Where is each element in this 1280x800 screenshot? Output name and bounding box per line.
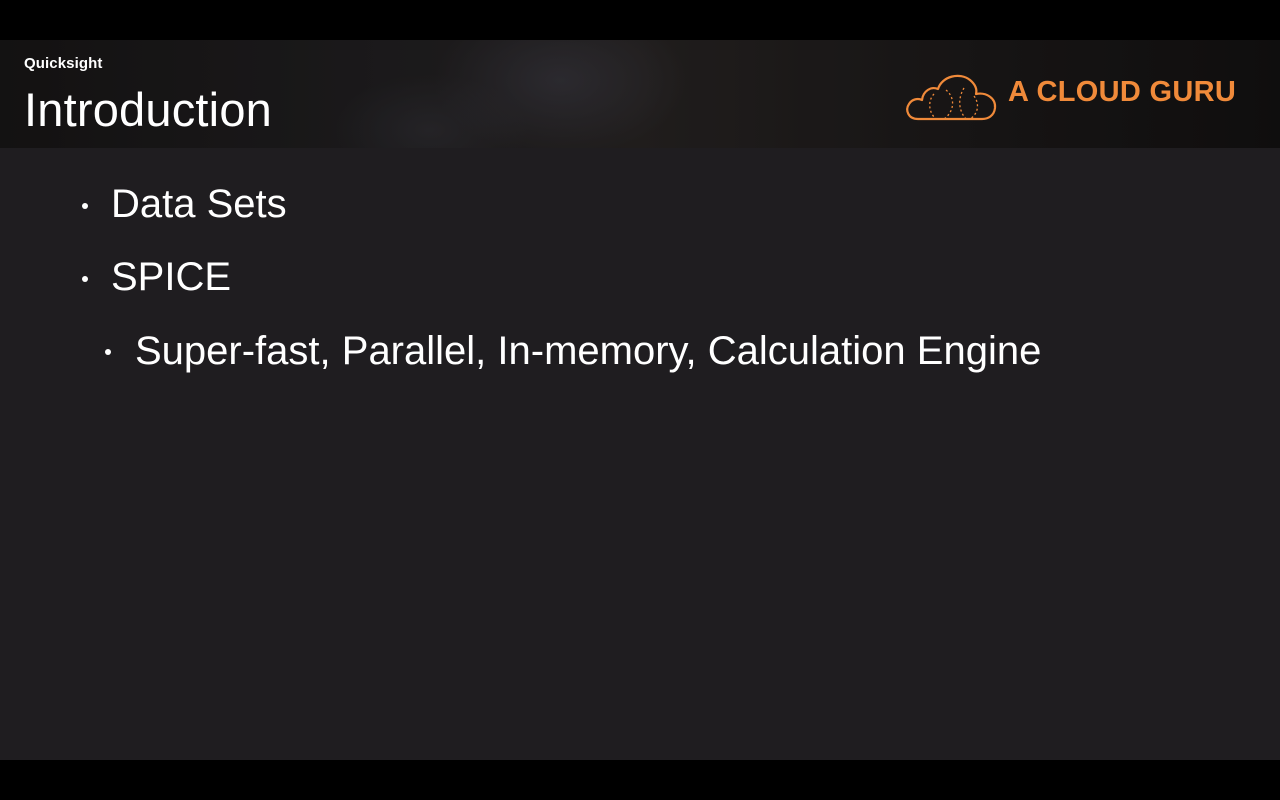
bullet-item: SPICE xyxy=(111,255,232,299)
cloud-logo-icon xyxy=(906,74,997,121)
sub-bullet-marker xyxy=(105,349,111,355)
bullet-marker xyxy=(82,203,88,209)
sub-bullet-item: Super-fast, Parallel, In-memory, Calcula… xyxy=(135,329,1042,373)
letterbox-bottom xyxy=(0,760,1280,800)
bullet-item: Data Sets xyxy=(111,182,287,226)
bullet-marker xyxy=(82,276,88,282)
slide-subtitle: Quicksight xyxy=(24,55,103,72)
slide-title: Introduction xyxy=(24,83,273,136)
letterbox-top xyxy=(0,0,1280,40)
brand-logo-text: A CLOUD GURU xyxy=(1008,76,1237,108)
brand-logo: A CLOUD GURU xyxy=(904,66,1244,122)
presentation-slide: Quicksight Introduction A CLOUD GURU Dat… xyxy=(0,40,1280,760)
